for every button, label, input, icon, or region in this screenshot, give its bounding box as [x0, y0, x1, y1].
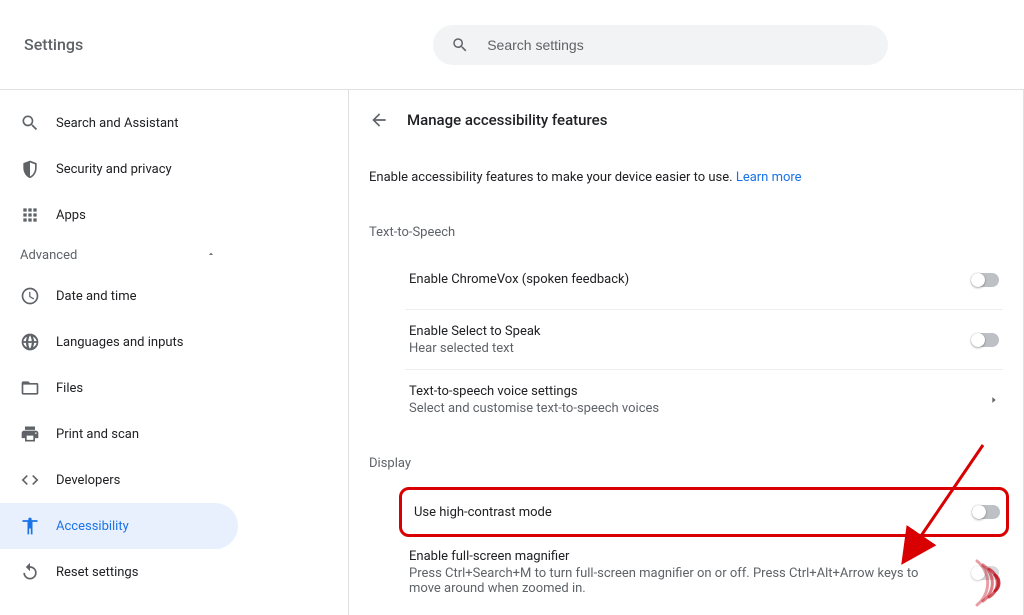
sidebar-item-search-assistant[interactable]: Search and Assistant — [0, 100, 238, 146]
printer-icon — [20, 424, 40, 444]
app-header: Settings — [0, 0, 1024, 90]
sidebar-section-label: Advanced — [20, 248, 77, 263]
chevron-right-icon — [989, 395, 999, 405]
row-fullscreen-magnifier[interactable]: Enable full-screen magnifier Press Ctrl+… — [405, 537, 1003, 608]
row-title: Enable Select to Speak — [409, 324, 541, 339]
sidebar-item-label: Developers — [56, 473, 120, 488]
toggle-high-contrast[interactable] — [972, 505, 1000, 519]
row-tts-voice-settings[interactable]: Text-to-speech voice settings Select and… — [405, 370, 1003, 430]
learn-more-link[interactable]: Learn more — [736, 170, 802, 185]
code-icon — [20, 470, 40, 490]
sidebar-item-languages[interactable]: Languages and inputs — [0, 319, 238, 365]
sidebar-section-advanced[interactable]: Advanced — [0, 238, 238, 273]
sidebar-item-label: Security and privacy — [56, 162, 172, 177]
sidebar-item-label: Date and time — [56, 289, 137, 304]
row-title: Text-to-speech voice settings — [409, 384, 659, 399]
toggle-fullscreen-magnifier[interactable] — [971, 566, 999, 580]
sidebar-item-label: Search and Assistant — [56, 116, 179, 131]
app-title: Settings — [24, 35, 83, 54]
toggle-chromevox[interactable] — [971, 273, 999, 287]
search-input[interactable] — [487, 37, 870, 53]
section-label-display: Display — [349, 456, 1023, 471]
sidebar-item-label: Reset settings — [56, 565, 138, 580]
sidebar-item-label: Accessibility — [56, 519, 129, 534]
sidebar-item-label: Apps — [56, 208, 86, 223]
search-icon — [451, 36, 469, 54]
row-chromevox[interactable]: Enable ChromeVox (spoken feedback) — [405, 250, 1003, 310]
row-high-contrast-highlight: Use high-contrast mode — [399, 487, 1009, 537]
intro-text: Enable accessibility features to make yo… — [349, 170, 1023, 185]
sidebar-item-label: Print and scan — [56, 427, 139, 442]
content-panel: Manage accessibility features Enable acc… — [349, 90, 1024, 615]
folder-icon — [20, 378, 40, 398]
back-button[interactable] — [369, 110, 389, 130]
sidebar-item-developers[interactable]: Developers — [0, 457, 238, 503]
sidebar-item-apps[interactable]: Apps — [0, 192, 238, 238]
search-icon — [20, 113, 40, 133]
reset-icon — [20, 562, 40, 582]
sidebar: Search and Assistant Security and privac… — [0, 90, 349, 615]
row-subtitle: Press Ctrl+Search+M to turn full-screen … — [409, 566, 919, 596]
row-subtitle: Hear selected text — [409, 341, 541, 356]
clock-icon — [20, 286, 40, 306]
toggle-select-to-speak[interactable] — [971, 333, 999, 347]
sidebar-item-security-privacy[interactable]: Security and privacy — [0, 146, 238, 192]
sidebar-item-date-time[interactable]: Date and time — [0, 273, 238, 319]
sidebar-item-label: Languages and inputs — [56, 335, 184, 350]
sidebar-item-print-scan[interactable]: Print and scan — [0, 411, 238, 457]
apps-icon — [20, 205, 40, 225]
row-title: Use high-contrast mode — [414, 505, 552, 520]
section-label-tts: Text-to-Speech — [349, 225, 1023, 240]
row-subtitle: Select and customise text-to-speech voic… — [409, 401, 659, 416]
search-box[interactable] — [433, 25, 888, 65]
globe-icon — [20, 332, 40, 352]
accessibility-icon — [20, 516, 40, 536]
chevron-up-icon — [206, 248, 216, 263]
row-select-to-speak[interactable]: Enable Select to Speak Hear selected tex… — [405, 310, 1003, 370]
page-title: Manage accessibility features — [407, 111, 607, 129]
sidebar-item-accessibility[interactable]: Accessibility — [0, 503, 238, 549]
sidebar-item-label: Files — [56, 381, 83, 396]
row-title: Enable full-screen magnifier — [409, 549, 919, 564]
shield-icon — [20, 159, 40, 179]
sidebar-item-reset[interactable]: Reset settings — [0, 549, 238, 595]
sidebar-item-files[interactable]: Files — [0, 365, 238, 411]
row-title: Enable ChromeVox (spoken feedback) — [409, 272, 629, 287]
